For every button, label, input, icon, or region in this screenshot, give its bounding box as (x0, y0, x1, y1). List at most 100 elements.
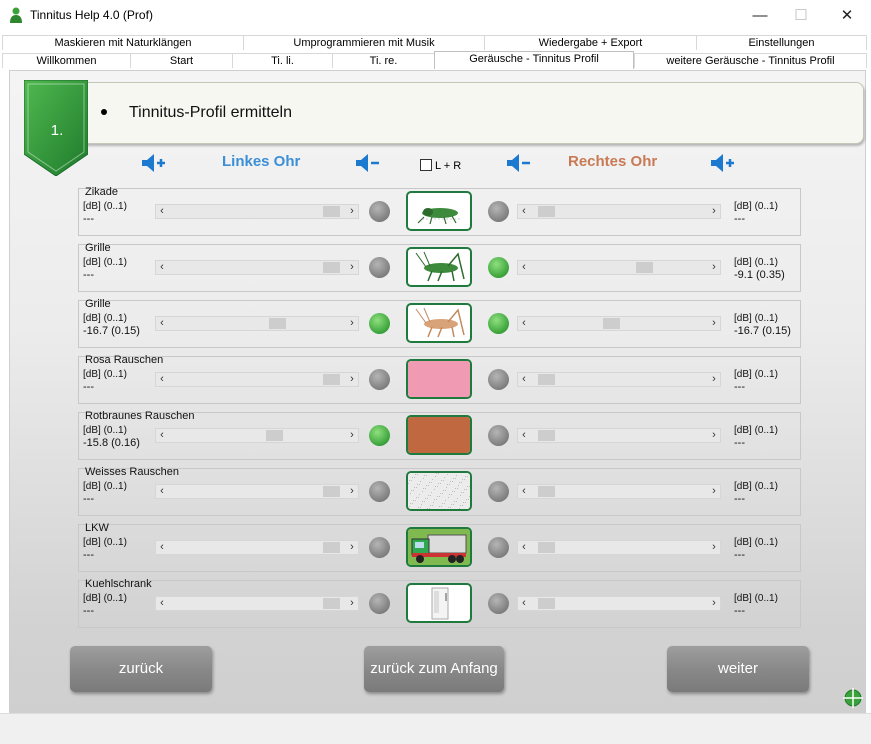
right-volume-slider[interactable]: ‹ › (517, 484, 721, 499)
slider-left-arrow-icon[interactable]: ‹ (518, 597, 530, 610)
right-status-led[interactable] (488, 369, 509, 390)
right-volume-slider[interactable]: ‹ › (517, 372, 721, 387)
slider-left-arrow-icon[interactable]: ‹ (156, 429, 168, 442)
cricket-green-icon[interactable] (406, 247, 472, 287)
left-status-led[interactable] (369, 593, 390, 614)
slider-right-arrow-icon[interactable]: › (708, 205, 720, 218)
slider-thumb[interactable] (323, 598, 340, 609)
right-volume-slider[interactable]: ‹ › (517, 428, 721, 443)
speaker-plus-right-icon[interactable] (709, 152, 737, 174)
pink-noise-swatch[interactable] (406, 359, 472, 399)
slider-thumb[interactable] (323, 262, 340, 273)
tab-maskieren[interactable]: Maskieren mit Naturklängen (2, 35, 243, 50)
right-status-led[interactable] (488, 593, 509, 614)
tab-ti-re[interactable]: Ti. re. (332, 53, 434, 68)
slider-right-arrow-icon[interactable]: › (346, 429, 358, 442)
tab-start[interactable]: Start (130, 53, 232, 68)
slider-left-arrow-icon[interactable]: ‹ (156, 597, 168, 610)
slider-left-arrow-icon[interactable]: ‹ (518, 485, 530, 498)
slider-right-arrow-icon[interactable]: › (708, 373, 720, 386)
slider-thumb[interactable] (269, 318, 286, 329)
right-status-led[interactable] (488, 537, 509, 558)
left-status-led[interactable] (369, 257, 390, 278)
slider-right-arrow-icon[interactable]: › (346, 541, 358, 554)
checkbox-icon[interactable] (420, 159, 432, 171)
slider-left-arrow-icon[interactable]: ‹ (518, 429, 530, 442)
tab-wiedergabe-export[interactable]: Wiedergabe + Export (484, 35, 696, 50)
tab-umprogrammieren[interactable]: Umprogrammieren mit Musik (243, 35, 484, 50)
maximize-button[interactable]: ☐ (778, 0, 824, 31)
left-status-led[interactable] (369, 425, 390, 446)
slider-left-arrow-icon[interactable]: ‹ (156, 317, 168, 330)
tab-weitere-geraeusche[interactable]: weitere Geräusche - Tinnitus Profil (634, 53, 867, 68)
slider-left-arrow-icon[interactable]: ‹ (518, 541, 530, 554)
brown-noise-swatch[interactable] (406, 415, 472, 455)
right-volume-slider[interactable]: ‹ › (517, 260, 721, 275)
right-volume-slider[interactable]: ‹ › (517, 540, 721, 555)
slider-right-arrow-icon[interactable]: › (708, 317, 720, 330)
slider-right-arrow-icon[interactable]: › (346, 317, 358, 330)
slider-thumb[interactable] (538, 430, 555, 441)
right-status-led[interactable] (488, 425, 509, 446)
slider-left-arrow-icon[interactable]: ‹ (518, 317, 530, 330)
slider-thumb[interactable] (538, 374, 555, 385)
slider-left-arrow-icon[interactable]: ‹ (518, 205, 530, 218)
slider-left-arrow-icon[interactable]: ‹ (156, 205, 168, 218)
left-status-led[interactable] (369, 313, 390, 334)
left-volume-slider[interactable]: ‹ › (155, 260, 359, 275)
slider-right-arrow-icon[interactable]: › (346, 205, 358, 218)
right-volume-slider[interactable]: ‹ › (517, 596, 721, 611)
slider-thumb[interactable] (603, 318, 620, 329)
cricket-tan-icon[interactable] (406, 303, 472, 343)
slider-left-arrow-icon[interactable]: ‹ (156, 261, 168, 274)
slider-right-arrow-icon[interactable]: › (708, 261, 720, 274)
cicada-icon[interactable] (406, 191, 472, 231)
speaker-plus-left-icon[interactable] (140, 152, 168, 174)
slider-left-arrow-icon[interactable]: ‹ (156, 541, 168, 554)
slider-thumb[interactable] (538, 486, 555, 497)
slider-thumb[interactable] (266, 430, 283, 441)
tab-willkommen[interactable]: Willkommen (2, 53, 130, 68)
slider-thumb[interactable] (323, 486, 340, 497)
tab-geraeusche-profil[interactable]: Geräusche - Tinnitus Profil (434, 51, 634, 69)
slider-right-arrow-icon[interactable]: › (708, 541, 720, 554)
speaker-minus-left-icon[interactable] (354, 152, 382, 174)
lr-checkbox[interactable]: L + R (420, 159, 461, 172)
slider-thumb[interactable] (323, 206, 340, 217)
right-status-led[interactable] (488, 481, 509, 502)
white-noise-swatch[interactable] (406, 471, 472, 511)
minimize-button[interactable]: — (737, 0, 783, 31)
left-status-led[interactable] (369, 201, 390, 222)
right-status-led[interactable] (488, 201, 509, 222)
left-volume-slider[interactable]: ‹ › (155, 484, 359, 499)
slider-thumb[interactable] (538, 206, 555, 217)
slider-left-arrow-icon[interactable]: ‹ (156, 373, 168, 386)
crosshair-icon[interactable] (842, 687, 864, 709)
left-status-led[interactable] (369, 537, 390, 558)
left-status-led[interactable] (369, 369, 390, 390)
slider-thumb[interactable] (636, 262, 653, 273)
close-button[interactable]: ✕ (824, 0, 870, 31)
left-volume-slider[interactable]: ‹ › (155, 204, 359, 219)
slider-thumb[interactable] (538, 598, 555, 609)
back-to-start-button[interactable]: zurück zum Anfang (364, 646, 504, 692)
tab-ti-li[interactable]: Ti. li. (232, 53, 332, 68)
truck-icon[interactable] (406, 527, 472, 567)
left-volume-slider[interactable]: ‹ › (155, 596, 359, 611)
left-volume-slider[interactable]: ‹ › (155, 372, 359, 387)
slider-thumb[interactable] (323, 542, 340, 553)
speaker-minus-right-icon[interactable] (505, 152, 533, 174)
left-volume-slider[interactable]: ‹ › (155, 428, 359, 443)
left-status-led[interactable] (369, 481, 390, 502)
slider-thumb[interactable] (323, 374, 340, 385)
right-volume-slider[interactable]: ‹ › (517, 316, 721, 331)
tab-einstellungen[interactable]: Einstellungen (696, 35, 867, 50)
fridge-icon[interactable] (406, 583, 472, 623)
slider-right-arrow-icon[interactable]: › (708, 429, 720, 442)
next-button[interactable]: weiter (667, 646, 809, 692)
back-button[interactable]: zurück (70, 646, 212, 692)
slider-right-arrow-icon[interactable]: › (346, 373, 358, 386)
slider-right-arrow-icon[interactable]: › (346, 261, 358, 274)
slider-right-arrow-icon[interactable]: › (708, 485, 720, 498)
slider-left-arrow-icon[interactable]: ‹ (518, 373, 530, 386)
